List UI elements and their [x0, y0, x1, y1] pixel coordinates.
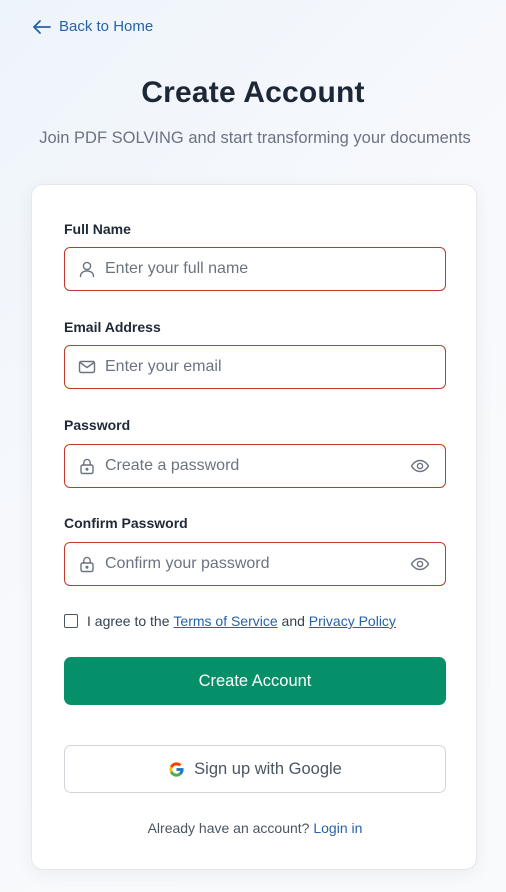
create-account-button[interactable]: Create Account — [64, 657, 446, 705]
arrow-left-icon — [33, 19, 51, 34]
password-label: Password — [64, 417, 131, 433]
page-subtitle: Join PDF SOLVING and start transforming … — [39, 129, 471, 147]
confirm-password-input[interactable] — [105, 543, 405, 585]
agreement-prefix: I agree to the — [87, 613, 170, 629]
signup-card: Full Name Email Address Password Confirm… — [31, 184, 477, 870]
google-signup-label: Sign up with Google — [194, 759, 342, 778]
lock-icon — [80, 458, 94, 475]
agreement-conjunction: and — [281, 613, 305, 629]
mail-icon — [78, 360, 96, 374]
terms-checkbox[interactable] — [64, 614, 78, 628]
confirm-password-label: Confirm Password — [64, 515, 188, 531]
full-name-label: Full Name — [64, 221, 131, 237]
privacy-policy-link[interactable]: Privacy Policy — [309, 613, 396, 629]
eye-icon[interactable] — [410, 555, 430, 573]
lock-icon — [80, 556, 94, 573]
password-input[interactable] — [105, 445, 405, 487]
full-name-field[interactable] — [64, 247, 446, 291]
page-title: Create Account — [141, 76, 365, 109]
user-icon — [79, 261, 95, 278]
password-field[interactable] — [64, 444, 446, 488]
eye-icon[interactable] — [410, 457, 430, 475]
full-name-input[interactable] — [105, 248, 405, 290]
terms-of-service-link[interactable]: Terms of Service — [173, 613, 277, 629]
terms-agreement-row: I agree to the Terms of Service and Priv… — [64, 613, 396, 629]
login-prompt-text: Already have an account? — [147, 820, 310, 836]
back-to-home-link[interactable]: Back to Home — [32, 18, 153, 35]
google-icon — [169, 761, 184, 777]
email-label: Email Address — [64, 319, 161, 335]
email-field[interactable] — [64, 345, 446, 389]
login-link[interactable]: Login in — [313, 820, 362, 836]
email-input[interactable] — [105, 346, 405, 388]
google-signup-button[interactable]: Sign up with Google — [64, 745, 446, 793]
confirm-password-field[interactable] — [64, 542, 446, 586]
back-to-home-label: Back to Home — [59, 18, 154, 35]
login-prompt-row: Already have an account? Login in — [32, 820, 478, 836]
